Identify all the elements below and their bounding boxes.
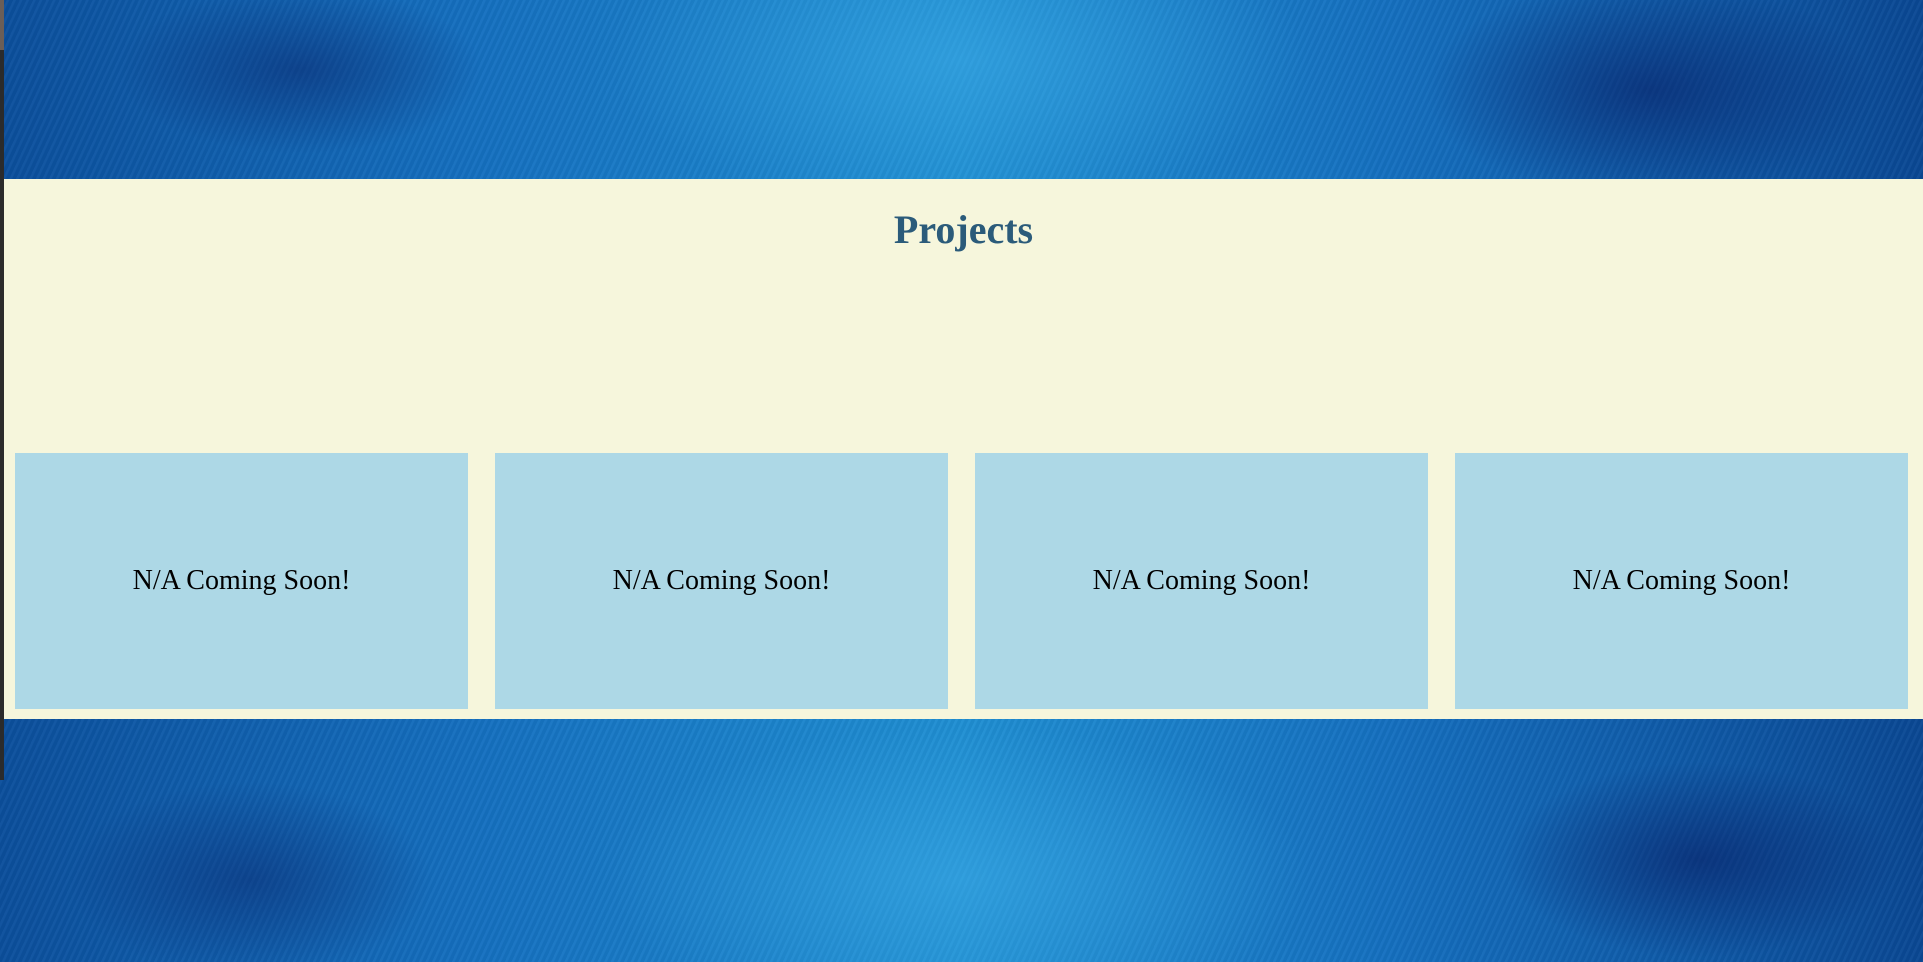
project-cards: N/A Coming Soon! N/A Coming Soon! N/A Co… bbox=[15, 453, 1910, 709]
project-card-label: N/A Coming Soon! bbox=[612, 565, 831, 596]
project-card[interactable]: N/A Coming Soon! bbox=[495, 453, 948, 709]
project-card-label: N/A Coming Soon! bbox=[1572, 565, 1791, 596]
project-card[interactable]: N/A Coming Soon! bbox=[1455, 453, 1908, 709]
project-card-label: N/A Coming Soon! bbox=[1092, 565, 1311, 596]
project-card[interactable]: N/A Coming Soon! bbox=[15, 453, 468, 709]
projects-section: Projects N/A Coming Soon! N/A Coming Soo… bbox=[4, 179, 1923, 719]
project-card[interactable]: N/A Coming Soon! bbox=[975, 453, 1428, 709]
projects-title: Projects bbox=[893, 207, 1034, 252]
window-left-edge-top bbox=[0, 0, 4, 50]
project-card-label: N/A Coming Soon! bbox=[132, 565, 351, 596]
